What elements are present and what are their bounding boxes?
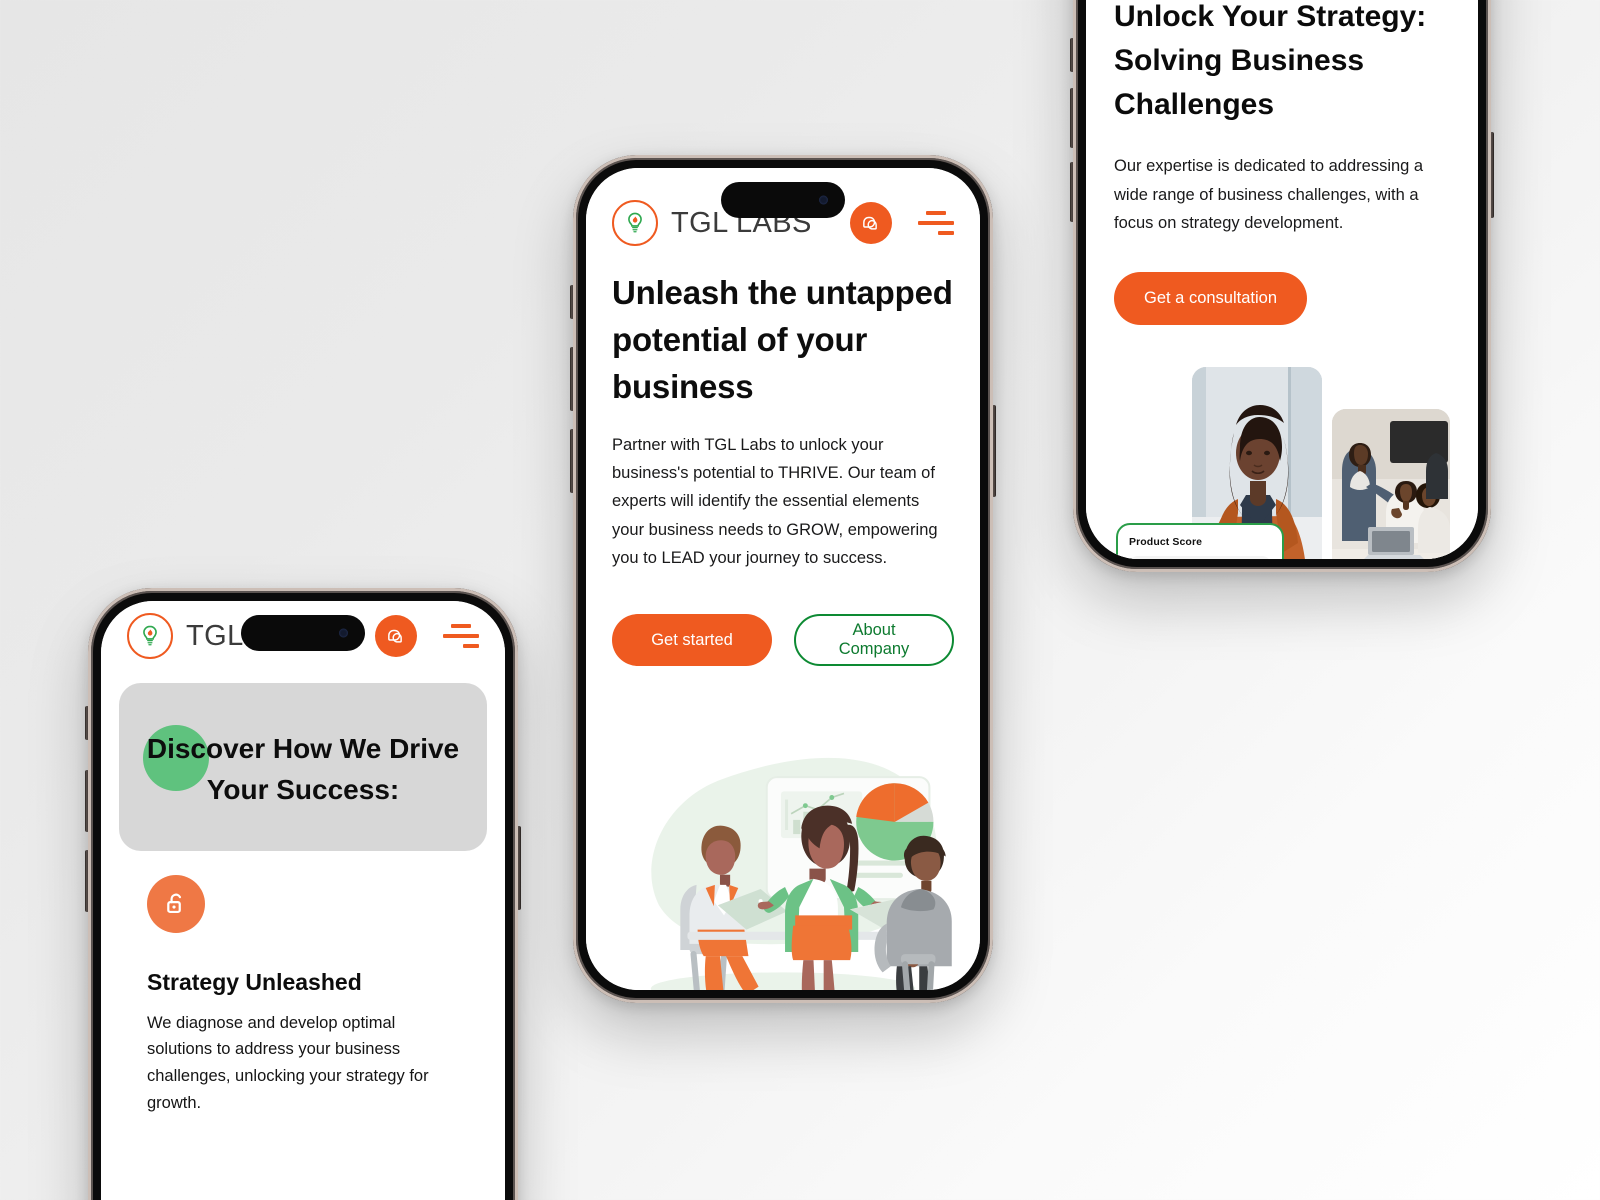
phone-screen-services: TGL LABS Discover How We Drive Your Succ… [101,601,505,1200]
dynamic-island [241,615,365,651]
hero-heading: Unleash the untapped potential of your b… [612,274,953,405]
phone-volume-down-button [85,850,89,912]
phone-mockup-hero: TGL LABS Unleash the untapped potential … [570,155,996,1003]
hero-cta-row: Get started About Company [612,614,954,667]
unlock-icon [147,874,205,933]
hamburger-menu-icon[interactable] [443,624,479,648]
phone-volume-up-button [1070,88,1074,148]
phone-mute-switch [1070,38,1074,72]
lightbulb-icon [612,200,658,246]
lightbulb-icon [127,613,173,659]
phone-mute-switch [570,285,574,319]
business-meeting-illustration [586,706,980,990]
services-heading: Discover How We Drive Your Success: [146,733,460,805]
dynamic-island [721,182,845,218]
hamburger-menu-icon[interactable] [918,211,954,235]
product-score-body: 80% ROI Excellent [1129,555,1271,559]
phone-volume-up-button [85,770,89,832]
phone-volume-up-button [570,347,574,411]
about-company-button[interactable]: About Company [794,614,954,667]
services-section: Discover How We Drive Your Success: [119,683,487,851]
team-meeting-photo [1332,408,1450,559]
phone-power-button [992,405,996,497]
phone-volume-down-button [570,429,574,493]
service-card-body: We diagnose and develop optimal solution… [147,1013,429,1112]
product-score-title: Product Score [1129,535,1203,548]
phone-mockup-strategy: Unlock Your Strategy: Solving Business C… [1070,0,1494,572]
chat-bubbles-icon[interactable] [850,202,892,244]
chat-bubbles-icon[interactable] [375,615,417,657]
phone-screen-strategy: Unlock Your Strategy: Solving Business C… [1086,0,1478,559]
get-started-button[interactable]: Get started [612,614,772,667]
hero-paragraph: Partner with TGL Labs to unlock your bus… [612,435,938,568]
phone-screen-hero: TGL LABS Unleash the untapped potential … [586,168,980,990]
phone-mockup-services: TGL LABS Discover How We Drive Your Succ… [85,588,521,1200]
strategy-photo-collage: Product Score 80% [1114,366,1450,559]
service-card-title: Strategy Unleashed [147,968,362,995]
phone-power-button [1490,132,1494,218]
phone-volume-down-button [1070,162,1074,222]
product-score-card: Product Score 80% [1116,522,1284,559]
phone-power-button [517,826,521,910]
service-card[interactable]: Strategy Unleashed We diagnose and devel… [119,844,487,1151]
phone-mute-switch [85,706,89,740]
hero-section: Unleash the untapped potential of your b… [586,258,980,667]
get-consultation-button[interactable]: Get a consultation [1114,271,1307,325]
strategy-heading: Unlock Your Strategy: Solving Business C… [1114,0,1427,121]
strategy-section: Unlock Your Strategy: Solving Business C… [1086,0,1478,559]
strategy-paragraph: Our expertise is dedicated to addressing… [1114,157,1424,233]
